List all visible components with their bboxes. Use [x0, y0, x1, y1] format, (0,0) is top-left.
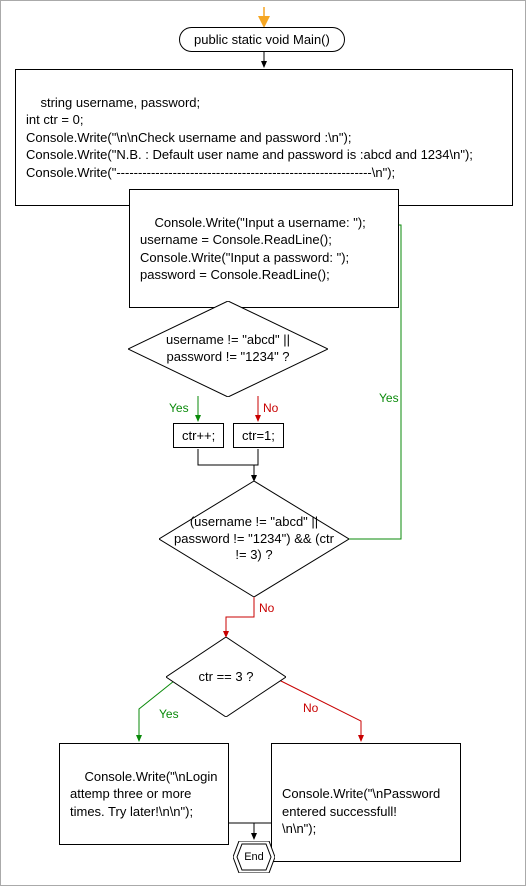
input-text: Console.Write("Input a username: "); use… — [140, 215, 366, 283]
result-login-fail: Console.Write("\nLogin attemp three or m… — [59, 743, 229, 845]
d3-no-label: No — [303, 701, 318, 715]
ctr-one-text: ctr=1; — [242, 428, 275, 443]
init-text: string username, password; int ctr = 0; … — [26, 95, 473, 180]
ctr-set-one: ctr=1; — [233, 423, 284, 448]
result-login-success: Console.Write("\nPassword entered succes… — [271, 743, 461, 862]
start-label: public static void Main() — [194, 32, 330, 47]
decision1-text: username != "abcd" || password != "1234"… — [138, 332, 318, 366]
d1-no-label: No — [263, 401, 278, 415]
end-label: End — [244, 851, 264, 863]
decision-credentials: username != "abcd" || password != "1234"… — [128, 301, 328, 397]
start-node: public static void Main() — [179, 27, 345, 52]
decision-ctr3: ctr == 3 ? — [166, 637, 286, 717]
end-node: End — [233, 841, 275, 873]
decision-loop: (username != "abcd" || password != "1234… — [159, 481, 349, 597]
d1-yes-label: Yes — [169, 401, 189, 415]
decision2-text: (username != "abcd" || password != "1234… — [169, 514, 339, 565]
ctr-increment: ctr++; — [173, 423, 224, 448]
init-process: string username, password; int ctr = 0; … — [15, 69, 513, 206]
decision3-text: ctr == 3 ? — [199, 669, 254, 686]
d3-yes-label: Yes — [159, 707, 179, 721]
ctr-inc-text: ctr++; — [182, 428, 215, 443]
result-yes-text: Console.Write("\nLogin attemp three or m… — [70, 769, 217, 819]
flowchart-canvas: public static void Main() string usernam… — [0, 0, 526, 886]
d2-yes-label: Yes — [379, 391, 399, 405]
input-process: Console.Write("Input a username: "); use… — [129, 189, 399, 308]
result-no-text: Console.Write("\nPassword entered succes… — [282, 786, 440, 836]
d2-no-label: No — [259, 601, 274, 615]
